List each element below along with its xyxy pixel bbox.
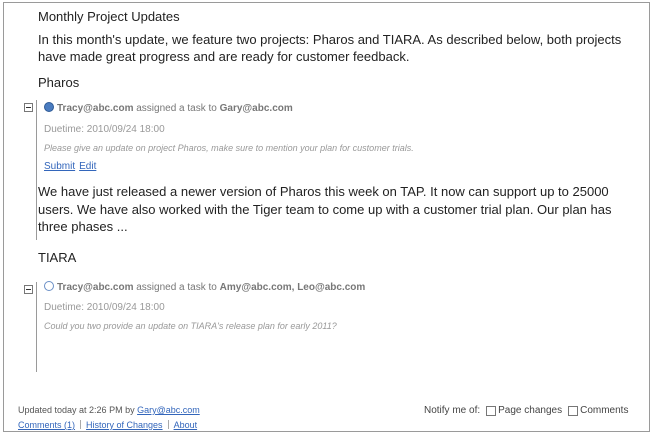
task-divider — [36, 282, 37, 372]
section-title-pharos: Pharos — [38, 75, 80, 90]
task-duetime: Duetime: 2010/09/24 18:00 — [44, 124, 165, 135]
page-title: Monthly Project Updates — [38, 9, 180, 24]
task-status-icon — [44, 281, 54, 291]
comments-checkbox[interactable] — [568, 405, 579, 416]
task-divider — [36, 100, 37, 240]
link-separator — [167, 420, 169, 429]
comments-label: Comments — [580, 405, 629, 416]
task-status-icon — [44, 102, 54, 112]
task-action: assigned a task to — [136, 103, 217, 114]
task-description: Could you two provide an update on TIARA… — [44, 321, 337, 331]
footer-links: Comments (1) History of Changes About — [18, 420, 197, 430]
task-duetime: Duetime: 2010/09/24 18:00 — [44, 302, 165, 313]
task-header-pharos: Tracy@abc.com assigned a task to Gary@ab… — [44, 102, 293, 114]
intro-paragraph: In this month's update, we feature two p… — [38, 32, 622, 64]
history-link[interactable]: History of Changes — [86, 420, 163, 430]
updated-info: Updated today at 2:26 PM by Gary@abc.com — [18, 405, 200, 415]
page-changes-checkbox[interactable] — [486, 405, 497, 416]
section-title-tiara: TIARA — [38, 250, 77, 265]
task-action: assigned a task to — [136, 282, 217, 293]
task-assigner[interactable]: Tracy@abc.com — [57, 282, 133, 293]
task-actions: Submit Edit — [44, 161, 100, 172]
notify-label: Notify me of: — [424, 405, 481, 416]
about-link[interactable]: About — [174, 420, 198, 430]
task-description: Please give an update on project Pharos,… — [44, 143, 414, 153]
task-assigner[interactable]: Tracy@abc.com — [57, 103, 133, 114]
page-changes-label: Page changes — [498, 405, 563, 416]
notify-options: Notify me of: Page changes Comments — [424, 405, 628, 416]
task-assignees[interactable]: Gary@abc.com — [220, 103, 293, 114]
submit-link[interactable]: Submit — [44, 161, 75, 172]
pharos-update-text: We have just released a newer version of… — [38, 184, 612, 234]
updated-by-link[interactable]: Gary@abc.com — [137, 405, 200, 415]
link-separator — [80, 420, 82, 429]
task-assignees[interactable]: Amy@abc.com, Leo@abc.com — [220, 282, 366, 293]
comments-link[interactable]: Comments (1) — [18, 420, 75, 430]
edit-link[interactable]: Edit — [79, 161, 96, 172]
updated-prefix: Updated today at 2:26 PM by — [18, 405, 135, 415]
collapse-toggle-icon[interactable] — [24, 103, 33, 112]
task-header-tiara: Tracy@abc.com assigned a task to Amy@abc… — [44, 281, 365, 293]
collapse-toggle-icon[interactable] — [24, 285, 33, 294]
